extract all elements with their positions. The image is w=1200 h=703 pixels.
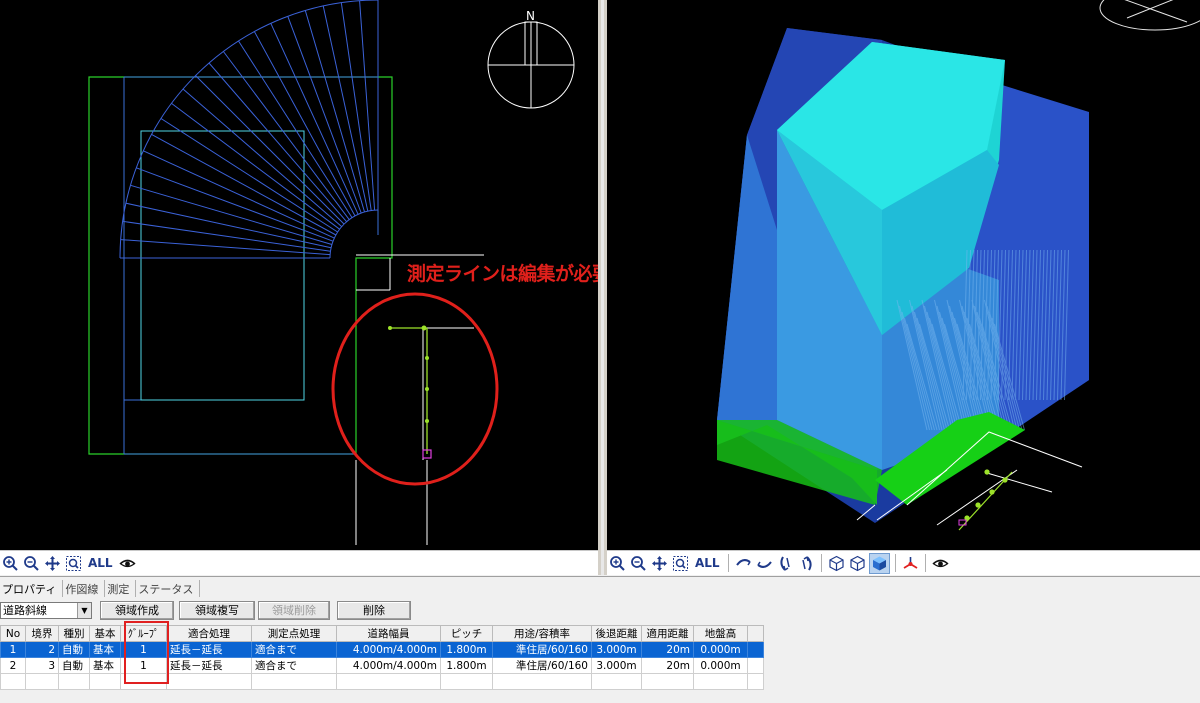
col-extra[interactable]: [747, 625, 764, 642]
regulation-type-select[interactable]: 道路斜線 ▼: [0, 601, 92, 619]
axis-orientation-icon[interactable]: [901, 554, 920, 573]
tab-construction-lines[interactable]: 作図線: [63, 580, 106, 597]
3d-view-canvas[interactable]: [607, 0, 1200, 550]
north-compass: [487, 21, 575, 109]
zoom-in-icon[interactable]: [1, 554, 20, 573]
shaded-cube-icon[interactable]: [868, 552, 890, 574]
tilt-down-icon[interactable]: [776, 554, 795, 573]
zoom-all-button[interactable]: ALL: [85, 554, 116, 573]
measurement-lines: [355, 254, 484, 545]
col-setback[interactable]: 後退距離: [591, 625, 642, 642]
viewport-splitter[interactable]: [598, 0, 607, 575]
building-footprint: [140, 130, 305, 401]
site-boundary: [88, 76, 393, 455]
col-apply-distance[interactable]: 適用距離: [641, 625, 694, 642]
zoom-in-icon[interactable]: [608, 554, 627, 573]
zoom-window-icon[interactable]: [64, 554, 83, 573]
col-usage-ratio[interactable]: 用途/容積率: [492, 625, 592, 642]
col-measure-process[interactable]: 測定点処理: [251, 625, 337, 642]
zoom-out-icon[interactable]: [22, 554, 41, 573]
col-pitch[interactable]: ピッチ: [440, 625, 493, 642]
chevron-down-icon[interactable]: ▼: [77, 602, 91, 618]
panel-controls: 道路斜線 ▼ 領域作成 領域複写 領域削除 削除: [0, 600, 411, 620]
delete-button[interactable]: 削除: [337, 600, 411, 620]
plan-view-toolbar: ALL: [0, 550, 598, 575]
rotate-right-icon[interactable]: [755, 554, 774, 573]
wireframe-cube-icon[interactable]: [827, 554, 846, 573]
col-road-width[interactable]: 道路幅員: [336, 625, 441, 642]
col-no[interactable]: No: [0, 625, 26, 642]
3d-view-drawing: [717, 0, 1200, 531]
tab-measurement[interactable]: 測定: [105, 580, 137, 597]
tab-status[interactable]: ステータス: [136, 580, 201, 597]
eye-icon[interactable]: [118, 554, 137, 573]
view-cube-icon: [1099, 0, 1200, 31]
3d-view-toolbar: ALL: [607, 550, 1200, 575]
pan-icon[interactable]: [650, 554, 669, 573]
zoom-out-icon[interactable]: [629, 554, 648, 573]
table-header-row: No 境界 種別 基本 ｸﾞﾙｰﾌﾟ 適合処理 測定点処理 道路幅員 ピッチ 用…: [0, 625, 764, 642]
col-fit-process[interactable]: 適合処理: [166, 625, 252, 642]
col-group[interactable]: ｸﾞﾙｰﾌﾟ: [120, 625, 167, 642]
col-type[interactable]: 種別: [58, 625, 90, 642]
pan-icon[interactable]: [43, 554, 62, 573]
create-area-button[interactable]: 領域作成: [100, 600, 174, 620]
setback-fan-lines: [119, 0, 379, 259]
zoom-all-button[interactable]: ALL: [692, 554, 723, 573]
regulation-table: No 境界 種別 基本 ｸﾞﾙｰﾌﾟ 適合処理 測定点処理 道路幅員 ピッチ 用…: [0, 625, 764, 690]
3d-measurement-points: [958, 469, 1013, 531]
table-row[interactable]: 1 2 自動 基本 1 延長－延長 適合まで 4.000m/4.000m 1.8…: [0, 641, 764, 658]
hidden-line-cube-icon[interactable]: [848, 554, 867, 573]
zoom-window-icon[interactable]: [671, 554, 690, 573]
rotate-left-icon[interactable]: [734, 554, 753, 573]
copy-area-button[interactable]: 領域複写: [179, 600, 255, 620]
table-row-empty: [0, 673, 764, 690]
property-panel: プロパティ 作図線 測定 ステータス 道路斜線 ▼ 領域作成 領域複写 領域削除…: [0, 576, 1200, 703]
regulation-type-value: 道路斜線: [3, 604, 47, 617]
eye-icon[interactable]: [931, 554, 950, 573]
col-boundary[interactable]: 境界: [25, 625, 59, 642]
measurement-points-line: [390, 327, 428, 454]
tab-properties[interactable]: プロパティ: [0, 580, 64, 597]
building-outline-inner: [123, 257, 305, 401]
delete-area-button[interactable]: 領域削除: [258, 600, 330, 620]
col-basic[interactable]: 基本: [89, 625, 121, 642]
col-ground-height[interactable]: 地盤高: [693, 625, 748, 642]
table-row[interactable]: 2 3 自動 基本 1 延長－延長 適合まで 4.000m/4.000m 1.8…: [0, 657, 764, 674]
panel-tabs: プロパティ 作図線 測定 ステータス: [0, 580, 201, 597]
annotation-ellipse: [331, 292, 499, 486]
compass-north-label: N: [526, 9, 535, 23]
tilt-up-icon[interactable]: [797, 554, 816, 573]
